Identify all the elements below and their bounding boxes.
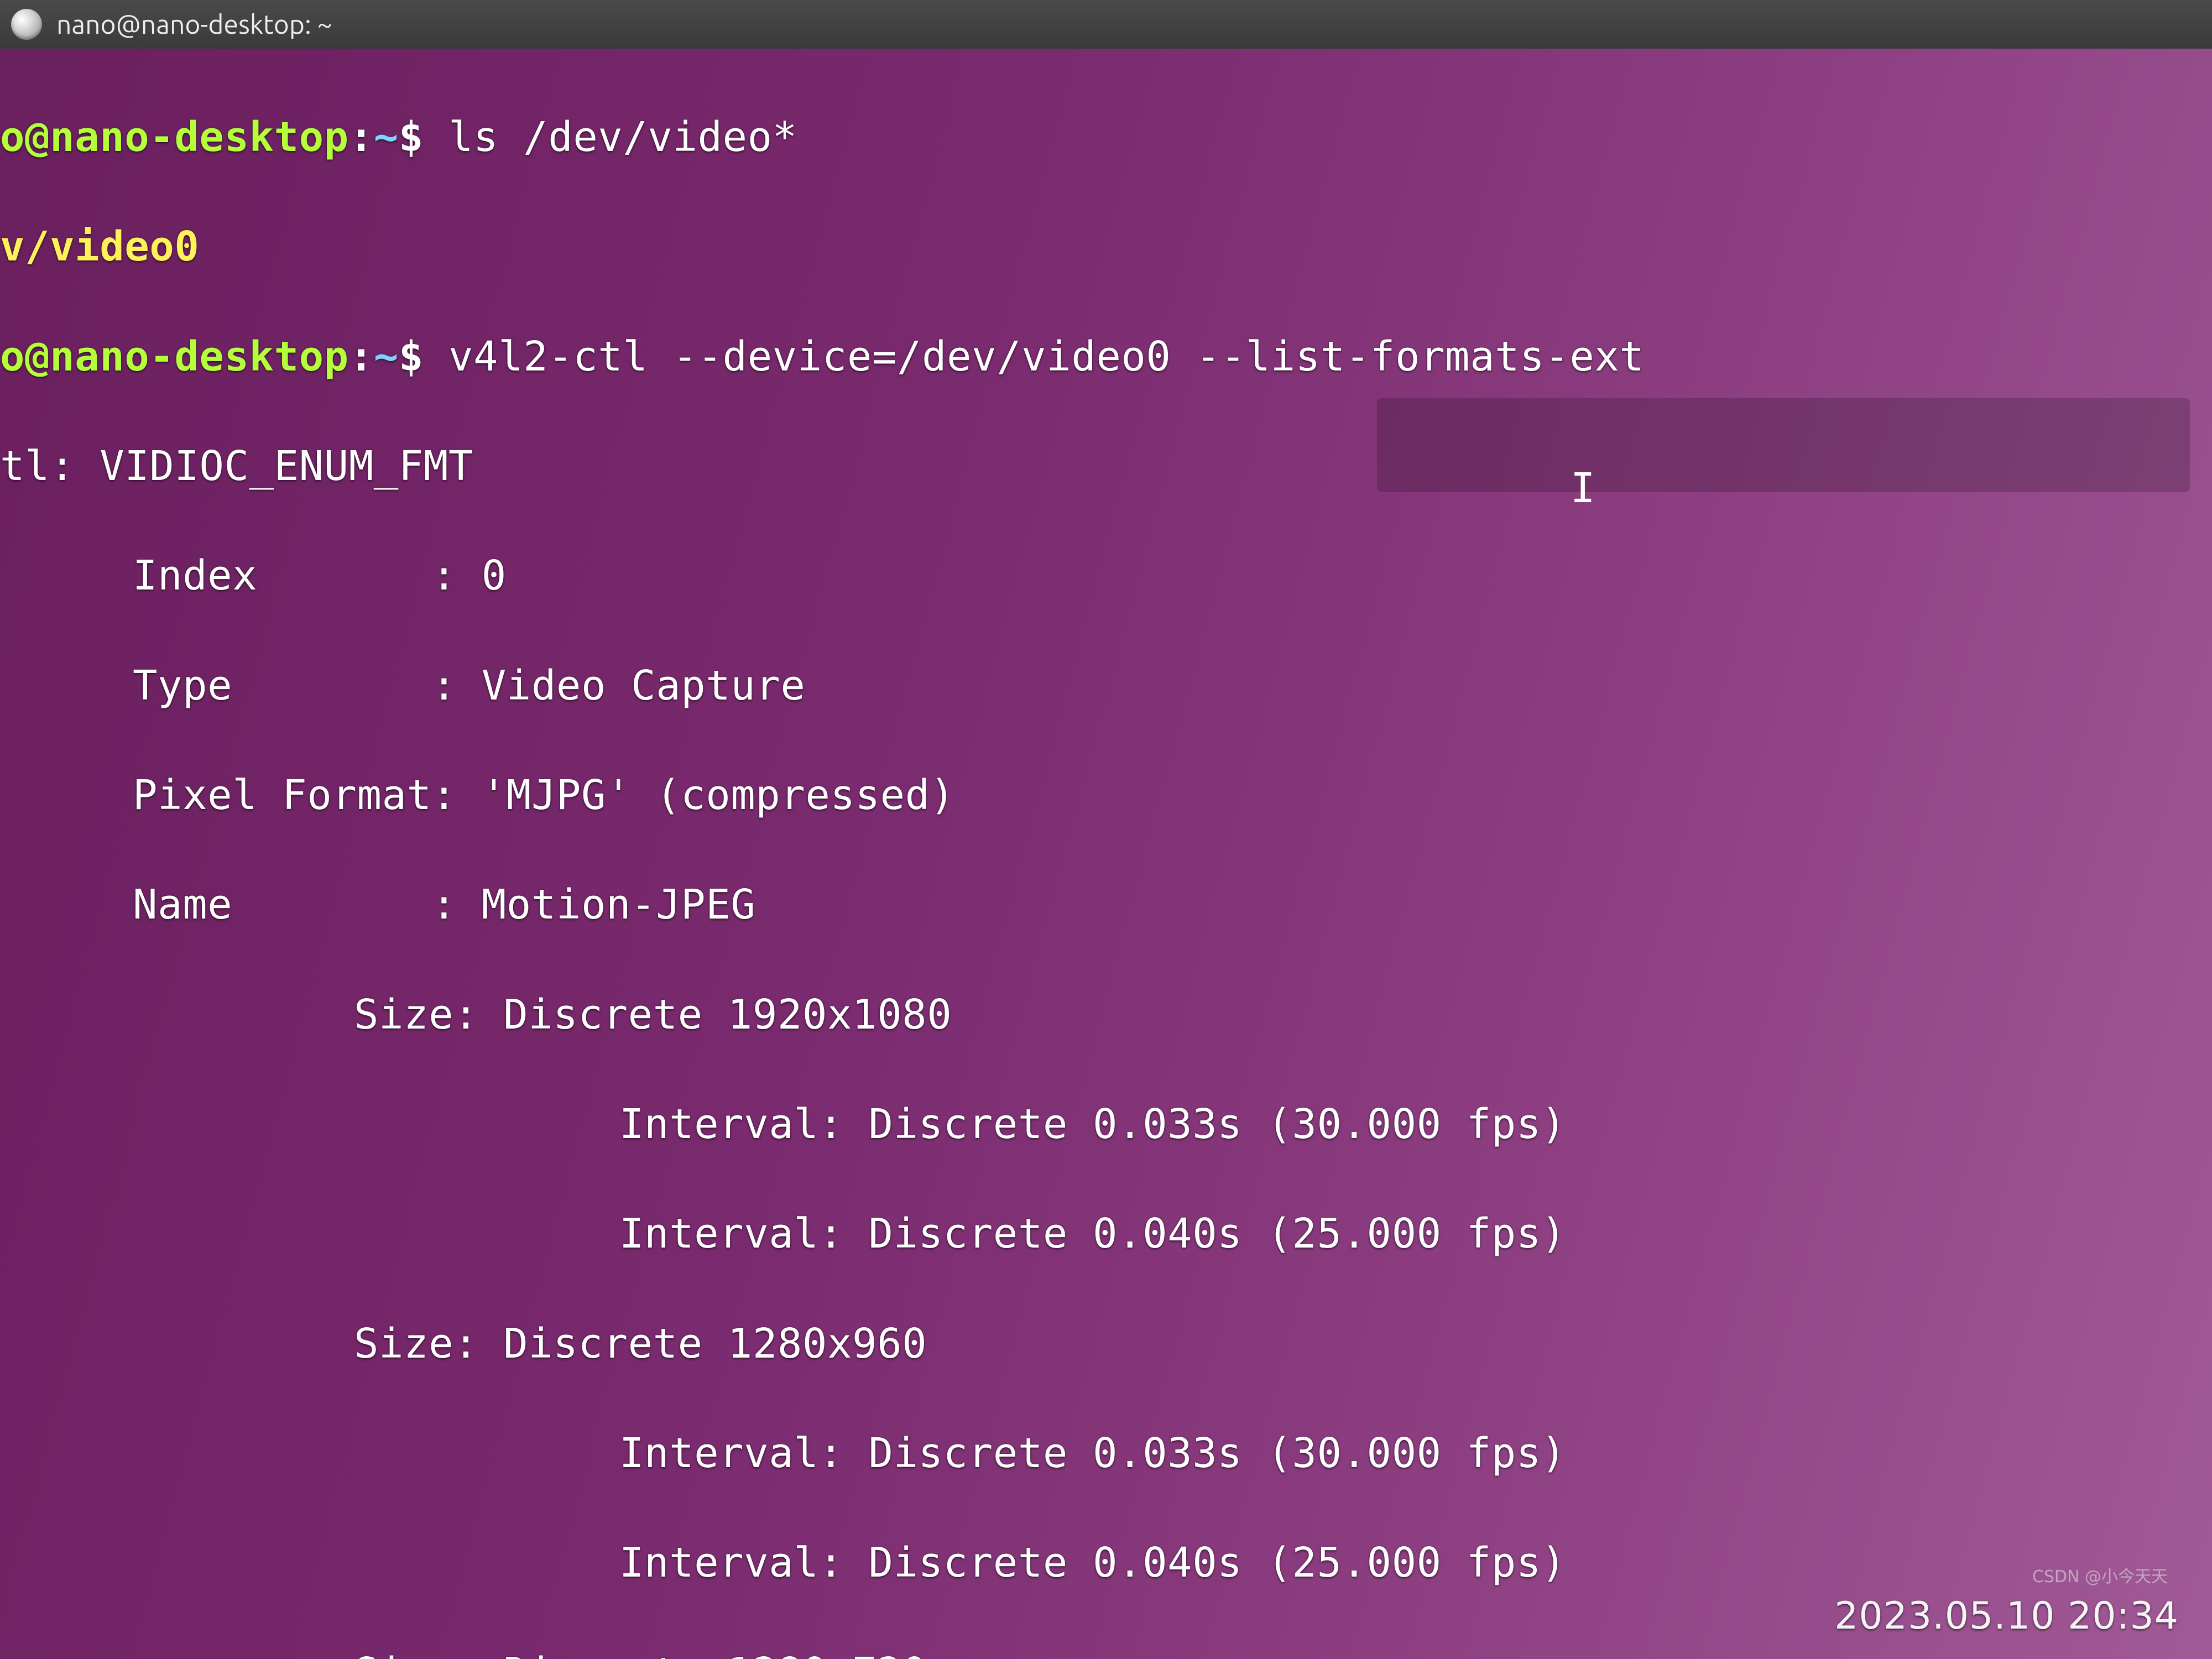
command-ls: ls /dev/video*	[448, 113, 797, 161]
fmt0-size-1-iv-0: Interval: Discrete 0.033s (30.000 fps)	[0, 1426, 2212, 1481]
prompt-path: ~	[374, 113, 399, 161]
ls-output: v/video0	[0, 220, 2212, 274]
terminal-output[interactable]: o@nano-desktop:~$ ls /dev/video* v/video…	[0, 55, 2212, 1659]
window-title: nano@nano-desktop: ~	[56, 9, 332, 39]
fmt0-pixelformat: Pixel Format: 'MJPG' (compressed)	[0, 768, 2212, 823]
screen-photo: nano@nano-desktop: ~ o@nano-desktop:~$ l…	[0, 0, 2212, 1659]
prompt-user-host: o@nano-desktop	[0, 333, 349, 380]
window-control-icon[interactable]	[11, 9, 42, 40]
window-titlebar[interactable]: nano@nano-desktop: ~	[0, 0, 2212, 49]
prompt-dollar: $	[399, 113, 424, 161]
fmt0-size-1: Size: Discrete 1280x960	[0, 1317, 2212, 1371]
prompt-dollar: $	[399, 333, 424, 380]
prompt-line-2: o@nano-desktop:~$ v4l2-ctl --device=/dev…	[0, 330, 2212, 384]
fmt0-size-2: Size: Discrete 1280x720	[0, 1646, 2212, 1659]
fmt0-type: Type : Video Capture	[0, 659, 2212, 713]
text-cursor-icon: I	[1571, 465, 1589, 509]
camera-timestamp: 2023.05.10 20:34	[1834, 1594, 2179, 1638]
fmt0-size-0-iv-1: Interval: Discrete 0.040s (25.000 fps)	[0, 1207, 2212, 1261]
csdn-watermark: CSDN @小今天天	[2032, 1563, 2168, 1587]
fmt0-size-0: Size: Discrete 1920x1080	[0, 988, 2212, 1042]
prompt-user-host: o@nano-desktop	[0, 113, 349, 161]
fmt0-index: Index : 0	[0, 549, 2212, 603]
prompt-line-1: o@nano-desktop:~$ ls /dev/video*	[0, 110, 2212, 165]
prompt-sep: :	[349, 333, 374, 380]
fmt0-size-1-iv-1: Interval: Discrete 0.040s (25.000 fps)	[0, 1536, 2212, 1590]
fmt0-name: Name : Motion-JPEG	[0, 878, 2212, 932]
prompt-sep: :	[349, 113, 374, 161]
prompt-path: ~	[374, 333, 399, 380]
command-v4l2: v4l2-ctl --device=/dev/video0 --list-for…	[448, 333, 1644, 380]
ioctl-header: tl: VIDIOC_ENUM_FMT	[0, 439, 2212, 494]
fmt0-size-0-iv-0: Interval: Discrete 0.033s (30.000 fps)	[0, 1097, 2212, 1152]
